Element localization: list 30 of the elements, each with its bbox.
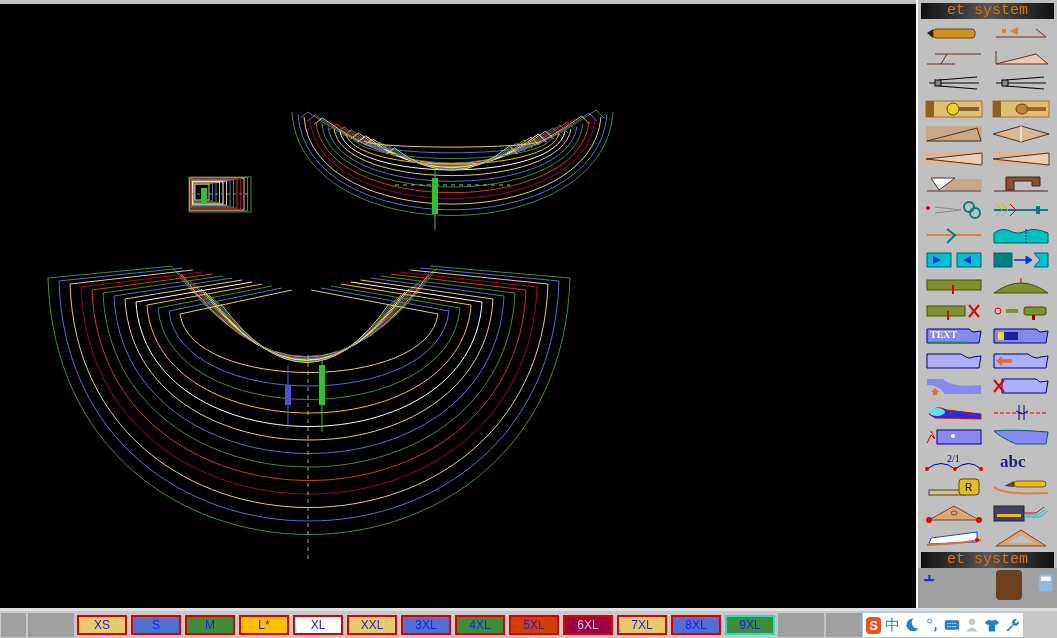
panel-title: et system xyxy=(921,3,1054,19)
diamond-dart-tool-icon[interactable] xyxy=(992,123,1051,144)
abc-tool-icon[interactable]: abc xyxy=(992,452,1051,472)
size-button[interactable]: L* xyxy=(239,614,289,635)
open-dart-tool-icon[interactable] xyxy=(924,123,983,144)
empty-slot xyxy=(1,612,26,637)
tape-button-tool-icon[interactable] xyxy=(924,98,983,119)
brush-piece-tool-icon[interactable] xyxy=(992,325,1051,346)
size-button[interactable]: XL xyxy=(293,614,343,635)
input-method-logo[interactable]: S xyxy=(866,616,882,634)
piece-arrow-tool-icon[interactable] xyxy=(924,250,983,271)
piece-arrow-left-tool-icon[interactable] xyxy=(992,351,1051,372)
piece-arrow-right-tool-icon[interactable] xyxy=(992,250,1051,271)
empty-slot xyxy=(28,612,74,637)
scissors-tool-icon[interactable] xyxy=(924,199,983,220)
piece-tool-icon[interactable] xyxy=(924,351,983,372)
size-button[interactable]: XXL xyxy=(347,614,397,635)
piece-sparkle-tool-icon[interactable] xyxy=(924,426,983,447)
piece-delete-tool-icon[interactable] xyxy=(992,376,1051,397)
size-button[interactable]: 6XL xyxy=(563,614,613,635)
size-button[interactable]: 7XL xyxy=(617,614,667,635)
size-button[interactable]: XS xyxy=(77,614,127,635)
empty-slot xyxy=(778,612,824,637)
pattern-thumbnail-drawing xyxy=(188,176,252,213)
input-language[interactable]: 中 xyxy=(885,615,901,635)
pleat-tool-icon[interactable] xyxy=(924,174,983,195)
sewing-machine-tool-icon[interactable] xyxy=(992,174,1051,195)
text-piece-tool-icon[interactable]: TEXT xyxy=(924,325,983,346)
hill-tool-icon[interactable] xyxy=(992,275,1051,296)
panel-title: et system xyxy=(921,552,1054,568)
